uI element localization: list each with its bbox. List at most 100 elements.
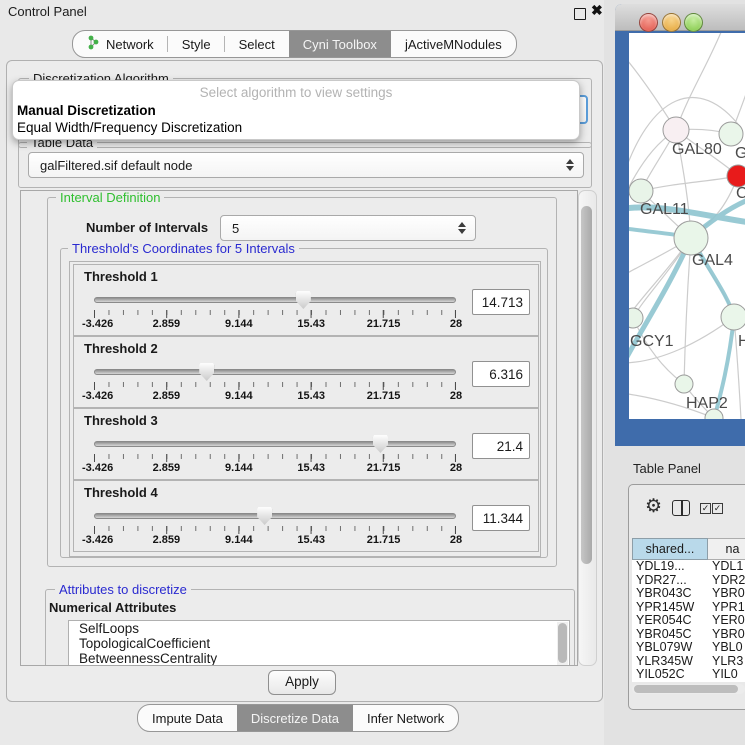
threshold-slider[interactable]: -3.4262.8599.14415.4321.71528: [94, 361, 456, 401]
table-row[interactable]: YDR27...YDR2: [632, 574, 745, 588]
list-item[interactable]: SelfLoops: [69, 621, 569, 636]
network-node[interactable]: [719, 122, 743, 146]
threshold-label: Threshold 2: [84, 341, 158, 356]
tab-label: Style: [182, 37, 211, 52]
thresholds-group: Threshold's Coordinates for 5 Intervals …: [60, 248, 548, 558]
num-intervals-combobox[interactable]: 5: [220, 215, 476, 241]
table-row[interactable]: YDL19...YDL1: [632, 560, 745, 574]
node-label: GAL4: [692, 252, 733, 270]
slider-track[interactable]: [94, 369, 456, 375]
tab-impute-data[interactable]: Impute Data: [138, 705, 237, 731]
tab-jactivemnodules[interactable]: jActiveMNodules: [391, 31, 516, 57]
network-window-titlebar[interactable]: [615, 4, 745, 31]
control-panel: Control Panel ✖ Network Style Select Cyn…: [0, 0, 608, 745]
table-row[interactable]: YBL079WYBL0: [632, 641, 745, 655]
tab-label: jActiveMNodules: [405, 37, 502, 52]
slider-handle[interactable]: [296, 291, 311, 309]
network-canvas[interactable]: GAL80 G C GAL11 GAL4 GCY1 H HAP2: [629, 33, 745, 419]
dropdown-item-equal-width[interactable]: Equal Width/Frequency Discretization: [17, 120, 242, 135]
tab-cyni-toolbox[interactable]: Cyni Toolbox: [289, 31, 391, 57]
threshold-slider[interactable]: -3.4262.8599.14415.4321.71528: [94, 289, 456, 329]
table-row[interactable]: YBR043CYBR0: [632, 587, 745, 601]
num-intervals-label: Number of Intervals: [86, 220, 208, 235]
threshold-row: Threshold 2 -3.4262.8599.14415.4321.7152…: [73, 336, 539, 408]
scrollbar-thumb[interactable]: [581, 206, 592, 564]
close-icon[interactable]: ✖: [591, 2, 603, 19]
node-label: H: [738, 333, 745, 351]
columns-icon[interactable]: [672, 500, 690, 516]
tab-infer-network[interactable]: Infer Network: [353, 705, 458, 731]
algorithm-dropdown-popup: Select algorithm to view settings Manual…: [12, 80, 580, 140]
settings-scrollbar[interactable]: [578, 190, 597, 666]
table-row[interactable]: YER054CYER0: [632, 614, 745, 628]
attributes-list: SelfLoops TopologicalCoefficient Between…: [68, 620, 570, 666]
checkbox-icon[interactable]: ✓: [712, 503, 723, 514]
tab-style[interactable]: Style: [168, 31, 225, 57]
column-header-name[interactable]: na: [708, 538, 745, 560]
node-label: G: [735, 145, 745, 163]
combo-arrows-icon: [566, 159, 574, 171]
table-row[interactable]: YPR145WYPR1: [632, 601, 745, 615]
threshold-label: Threshold 3: [84, 413, 158, 428]
slider-handle[interactable]: [199, 363, 214, 381]
threshold-slider[interactable]: -3.4262.8599.14415.4321.71528: [94, 505, 456, 545]
top-tabbar: Network Style Select Cyni Toolbox jActiv…: [72, 30, 517, 58]
minimize-traffic-light[interactable]: [662, 13, 681, 32]
close-traffic-light[interactable]: [639, 13, 658, 32]
network-graph: [629, 33, 745, 419]
scrollbar-thumb[interactable]: [634, 685, 738, 693]
node-label: GAL11: [640, 201, 689, 219]
table-row[interactable]: YLR345WYLR3: [632, 655, 745, 669]
list-item[interactable]: TopologicalCoefficient: [69, 636, 569, 651]
tab-label: Cyni Toolbox: [303, 37, 377, 52]
table-horizontal-scrollbar[interactable]: [632, 684, 745, 694]
float-window-icon[interactable]: [574, 8, 586, 20]
dropdown-item-manual-discretization[interactable]: Manual Discretization: [17, 103, 156, 118]
tab-network[interactable]: Network: [73, 31, 168, 57]
combo-arrows-icon: [458, 222, 466, 234]
node-table: YDL19...YDL1 YDR27...YDR2 YBR043CYBR0 YP…: [632, 560, 745, 682]
threshold-value-field[interactable]: 6.316: [472, 361, 530, 387]
tab-label: Infer Network: [367, 711, 444, 726]
network-node[interactable]: [674, 221, 708, 255]
tab-label: Network: [106, 37, 154, 52]
interval-definition-group: Interval Definition Number of Intervals …: [47, 197, 557, 567]
table-data-combobox[interactable]: galFiltered.sif default node: [28, 152, 584, 178]
gear-icon[interactable]: ⚙: [645, 498, 662, 516]
attributes-list-scrollbar[interactable]: [557, 622, 568, 666]
table-row[interactable]: YIL052CYIL0: [632, 668, 745, 682]
tab-label: Select: [239, 37, 275, 52]
threshold-slider[interactable]: -3.4262.8599.14415.4321.71528: [94, 433, 456, 473]
threshold-value-field[interactable]: 14.713: [472, 289, 530, 315]
bottom-tabbar: Impute Data Discretize Data Infer Networ…: [137, 704, 459, 732]
slider-major-ticks: [94, 382, 456, 390]
network-node[interactable]: [721, 304, 745, 330]
tab-select[interactable]: Select: [225, 31, 289, 57]
network-node-selected[interactable]: [727, 165, 745, 187]
network-node[interactable]: [675, 375, 693, 393]
slider-handle[interactable]: [373, 435, 388, 453]
group-title: Attributes to discretize: [55, 583, 191, 597]
tab-label: Impute Data: [152, 711, 223, 726]
screen: Control Panel ✖ Network Style Select Cyn…: [0, 0, 745, 745]
tab-discretize-data[interactable]: Discretize Data: [237, 705, 353, 731]
slider-major-ticks: [94, 310, 456, 318]
list-item[interactable]: BetweennessCentrality: [69, 651, 569, 666]
network-node[interactable]: [663, 117, 689, 143]
network-node[interactable]: [629, 308, 643, 328]
table-row[interactable]: YBR045CYBR0: [632, 628, 745, 642]
zoom-traffic-light[interactable]: [684, 13, 703, 32]
slider-handle[interactable]: [257, 507, 272, 525]
threshold-value-field[interactable]: 11.344: [472, 505, 530, 531]
slider-track[interactable]: [94, 513, 456, 519]
group-title: Threshold's Coordinates for 5 Intervals: [68, 242, 299, 256]
threshold-value-field[interactable]: 21.4: [472, 433, 530, 459]
checkbox-icon[interactable]: ✓: [700, 503, 711, 514]
slider-track[interactable]: [94, 297, 456, 303]
network-node[interactable]: [629, 179, 653, 203]
column-header-shared-name[interactable]: shared...: [632, 538, 708, 560]
slider-track[interactable]: [94, 441, 456, 447]
node-label: HAP2: [686, 395, 728, 413]
slider-tick-labels: -3.4262.8599.14415.4321.71528: [94, 318, 456, 330]
apply-button[interactable]: Apply: [268, 670, 336, 695]
